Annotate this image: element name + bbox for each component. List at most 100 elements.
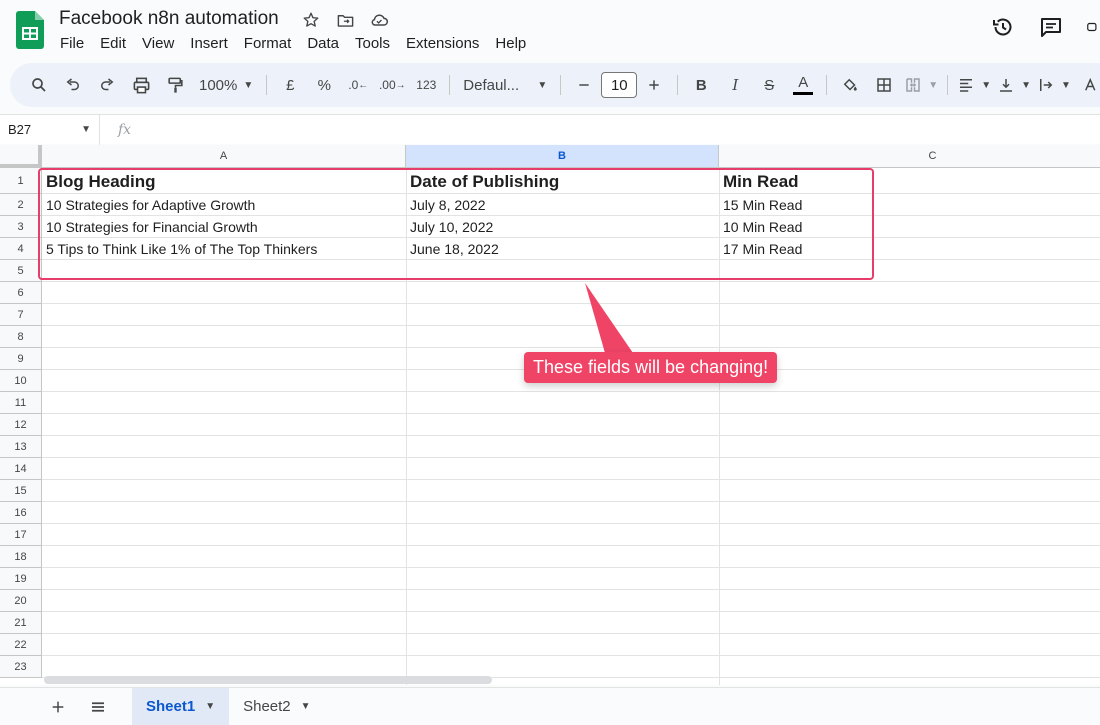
row-header[interactable]: 16 xyxy=(0,502,42,524)
row-header[interactable]: 21 xyxy=(0,612,42,634)
row-header[interactable]: 14 xyxy=(0,458,42,480)
select-all-corner[interactable] xyxy=(0,145,42,168)
toolbar: 100% ▼ £ % .0 ← .00 → 123 Defaul... ▼ 10 B… xyxy=(10,63,1100,107)
grid-row xyxy=(42,524,1100,546)
row-header[interactable]: 6 xyxy=(0,282,42,304)
row-header[interactable]: 13 xyxy=(0,436,42,458)
sheet-tab-sheet1[interactable]: Sheet1 ▼ xyxy=(132,687,230,725)
row-header[interactable]: 22 xyxy=(0,634,42,656)
row-header[interactable]: 10 xyxy=(0,370,42,392)
currency-format-button[interactable]: £ xyxy=(276,70,304,100)
row-header[interactable]: 15 xyxy=(0,480,42,502)
menu-insert[interactable]: Insert xyxy=(182,33,236,54)
menu-edit[interactable]: Edit xyxy=(92,33,134,54)
row-header[interactable]: 5 xyxy=(0,260,42,282)
row-header[interactable]: 1 xyxy=(0,168,42,194)
chevron-down-icon: ▼ xyxy=(1061,79,1071,91)
menu-tools[interactable]: Tools xyxy=(347,33,398,54)
grid-row xyxy=(42,634,1100,656)
move-folder-icon[interactable] xyxy=(334,9,356,31)
all-sheets-icon[interactable] xyxy=(78,688,118,725)
print-icon[interactable] xyxy=(127,70,155,100)
percent-format-button[interactable]: % xyxy=(310,70,338,100)
decrease-font-size-icon[interactable] xyxy=(570,70,598,100)
row-header[interactable]: 18 xyxy=(0,546,42,568)
row-header[interactable]: 12 xyxy=(0,414,42,436)
google-sheets-window: Facebook n8n automation File Edit View I… xyxy=(0,0,1100,725)
menu-data[interactable]: Data xyxy=(299,33,347,54)
fill-color-icon[interactable] xyxy=(836,70,864,100)
menu-view[interactable]: View xyxy=(134,33,182,54)
horizontal-align-icon[interactable]: ▼ xyxy=(957,70,991,100)
column-header-c[interactable]: C xyxy=(719,145,1100,168)
borders-icon[interactable] xyxy=(870,70,898,100)
redo-icon[interactable] xyxy=(93,70,121,100)
add-sheet-icon[interactable] xyxy=(38,688,78,725)
formula-input[interactable] xyxy=(131,115,1100,145)
row-header[interactable]: 3 xyxy=(0,216,42,238)
row-header[interactable]: 9 xyxy=(0,348,42,370)
merge-cells-icon[interactable]: ▼ xyxy=(904,70,938,100)
row-header[interactable]: 11 xyxy=(0,392,42,414)
text-color-swatch xyxy=(793,91,814,95)
horizontal-scrollbar[interactable] xyxy=(44,676,492,684)
search-menus-icon[interactable] xyxy=(25,70,53,100)
chevron-down-icon[interactable]: ▼ xyxy=(301,701,311,712)
font-size-input[interactable]: 10 xyxy=(601,72,638,98)
row-header[interactable]: 19 xyxy=(0,568,42,590)
undo-icon[interactable] xyxy=(59,70,87,100)
italic-button[interactable]: I xyxy=(721,70,749,100)
version-history-icon[interactable] xyxy=(990,14,1016,40)
chevron-down-icon: ▼ xyxy=(243,79,254,91)
increase-decimal-button[interactable]: .00 → xyxy=(378,70,406,100)
row-header[interactable]: 20 xyxy=(0,590,42,612)
grid-row xyxy=(42,612,1100,634)
chevron-down-icon: ▼ xyxy=(537,79,548,91)
strikethrough-button[interactable]: S xyxy=(755,70,783,100)
chevron-down-icon: ▼ xyxy=(981,79,992,91)
menu-help[interactable]: Help xyxy=(487,33,534,54)
sheets-logo-icon[interactable] xyxy=(16,11,44,49)
row-header[interactable]: 23 xyxy=(0,656,42,678)
paint-format-icon[interactable] xyxy=(161,70,189,100)
grid-row xyxy=(42,414,1100,436)
cell-reference: B27 xyxy=(8,122,32,137)
text-wrapping-icon[interactable]: ▼ xyxy=(1037,70,1071,100)
cloud-status-icon[interactable] xyxy=(368,9,390,31)
menu-format[interactable]: Format xyxy=(236,33,300,54)
toolbar-divider xyxy=(826,75,828,95)
chevron-down-icon: ▼ xyxy=(81,124,91,135)
sheet-tab-sheet2[interactable]: Sheet2 ▼ xyxy=(229,688,324,725)
row-header[interactable]: 8 xyxy=(0,326,42,348)
text-color-button[interactable]: A xyxy=(789,70,817,100)
toolbar-divider xyxy=(449,75,451,95)
toolbar-divider xyxy=(947,75,949,95)
spreadsheet-grid[interactable]: A B C 1 2 3 4 5 6 7 8 9 10 11 12 13 14 15 16 17 18 19 20 21 2… xyxy=(0,145,1100,685)
chevron-down-icon[interactable]: ▼ xyxy=(205,701,215,712)
text-rotation-icon[interactable] xyxy=(1077,70,1100,100)
grid-row xyxy=(42,656,1100,678)
row-header[interactable]: 7 xyxy=(0,304,42,326)
decrease-decimal-button[interactable]: .0 ← xyxy=(344,70,372,100)
font-select[interactable]: Defaul... ▼ xyxy=(459,70,551,100)
decrease-decimal-label: .0 xyxy=(348,78,359,92)
menu-file[interactable]: File xyxy=(52,33,92,54)
name-box[interactable]: B27 ▼ xyxy=(0,114,100,145)
zoom-select[interactable]: 100% ▼ xyxy=(195,70,257,100)
comments-icon[interactable] xyxy=(1038,14,1064,40)
grid-row xyxy=(42,546,1100,568)
column-header-a[interactable]: A xyxy=(42,145,406,168)
row-header[interactable]: 2 xyxy=(0,194,42,216)
function-icon: fx xyxy=(118,121,132,138)
column-header-b[interactable]: B xyxy=(406,145,719,168)
document-title[interactable]: Facebook n8n automation xyxy=(59,8,279,30)
increase-font-size-icon[interactable] xyxy=(640,70,668,100)
call-icon[interactable] xyxy=(1086,14,1100,40)
star-icon[interactable] xyxy=(300,9,322,31)
more-formats-button[interactable]: 123 xyxy=(412,70,440,100)
bold-button[interactable]: B xyxy=(687,70,715,100)
vertical-align-icon[interactable]: ▼ xyxy=(997,70,1031,100)
row-header[interactable]: 4 xyxy=(0,238,42,260)
row-header[interactable]: 17 xyxy=(0,524,42,546)
menu-extensions[interactable]: Extensions xyxy=(398,33,487,54)
